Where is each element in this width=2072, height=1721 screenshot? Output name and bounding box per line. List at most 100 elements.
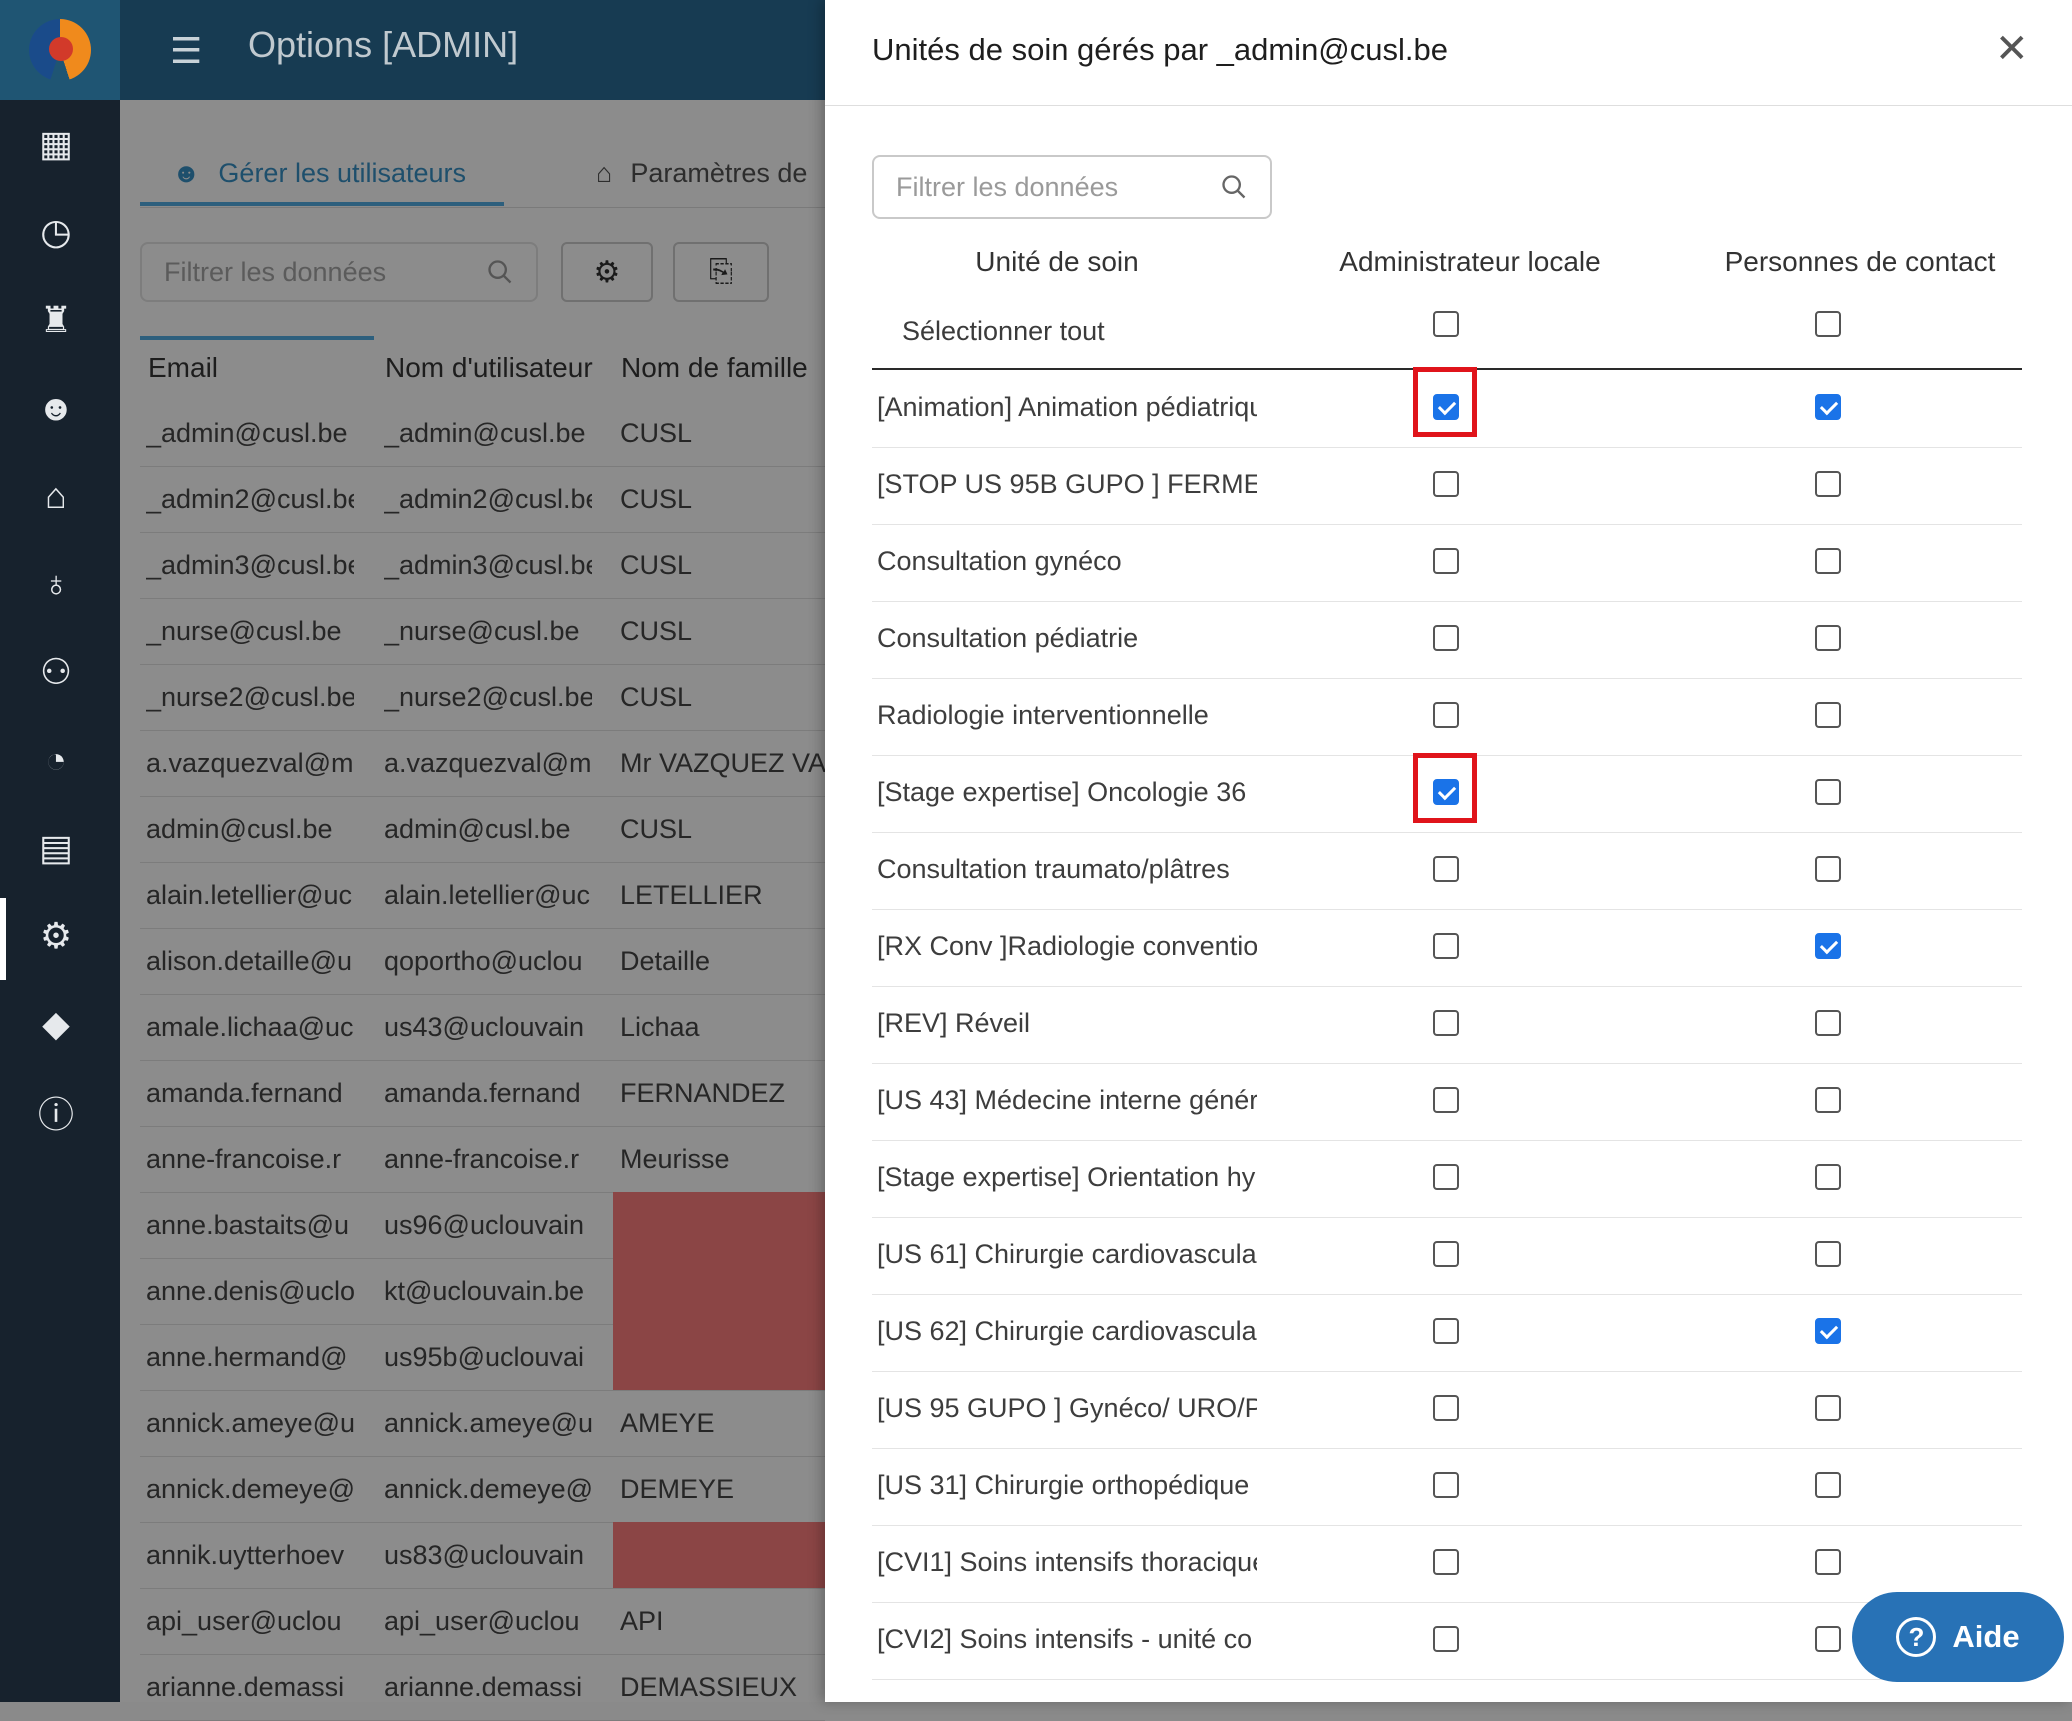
table-row[interactable]: _admin2@cusl.be _admin2@cusl.be CUSL — [140, 466, 825, 533]
local-admin-checkbox[interactable] — [1433, 702, 1459, 728]
users-search-input[interactable]: Filtrer les données — [140, 242, 538, 302]
contact-person-checkbox[interactable] — [1815, 1472, 1841, 1498]
table-cell: admin@cusl.be — [384, 814, 571, 844]
id-badge-icon[interactable]: ▤ — [0, 818, 112, 878]
tab-manage-users[interactable]: ☻ Gérer les utilisateurs — [172, 140, 466, 206]
column-header-lastname[interactable]: Nom de famille — [621, 352, 808, 384]
info-icon[interactable]: ⓘ — [0, 1082, 112, 1142]
select-all-admin-checkbox[interactable] — [1433, 311, 1459, 337]
table-row[interactable]: _admin@cusl.be _admin@cusl.be CUSL — [140, 400, 825, 467]
contact-person-checkbox[interactable] — [1815, 1087, 1841, 1113]
table-row[interactable]: admin@cusl.be admin@cusl.be CUSL — [140, 796, 825, 863]
table-row[interactable]: amale.lichaa@uc us43@uclouvain Lichaa — [140, 994, 825, 1061]
contact-person-checkbox[interactable] — [1815, 1010, 1841, 1036]
cogs-icon[interactable]: ⚙ — [0, 906, 112, 966]
table-cell: _admin@cusl.be — [384, 418, 586, 448]
local-admin-checkbox[interactable] — [1433, 1626, 1459, 1652]
close-icon[interactable]: ✕ — [1995, 26, 2029, 72]
local-admin-checkbox[interactable] — [1433, 1549, 1459, 1575]
local-admin-checkbox[interactable] — [1433, 1318, 1459, 1344]
calendar-icon[interactable]: ▦ — [0, 114, 112, 174]
people-arrows-icon[interactable]: ⚇ — [0, 642, 112, 702]
column-header-email[interactable]: Email — [148, 352, 218, 384]
contact-person-checkbox[interactable] — [1815, 702, 1841, 728]
table-cell: us96@uclouvain — [384, 1210, 585, 1240]
contact-person-checkbox[interactable] — [1815, 779, 1841, 805]
tags-icon[interactable]: ◆ — [0, 994, 112, 1054]
select-all-contact-checkbox[interactable] — [1815, 311, 1841, 337]
dialog-search-input[interactable]: Filtrer les données — [872, 155, 1272, 219]
settings-button[interactable]: ⚙ — [561, 242, 653, 302]
care-unit-label: [US 31] Chirurgie orthopédique — [877, 1470, 1250, 1500]
smiley-icon[interactable]: ☻ — [0, 378, 112, 438]
table-row[interactable]: arianne.demassi arianne.demassi DEMASSIEUX — [140, 1654, 825, 1721]
local-admin-checkbox[interactable] — [1433, 1472, 1459, 1498]
contact-person-checkbox[interactable] — [1815, 1318, 1841, 1344]
tab-divider — [140, 207, 825, 208]
clock-icon[interactable]: ◷ — [0, 202, 112, 262]
table-row[interactable]: anne.denis@uclo kt@uclouvain.be — [140, 1258, 825, 1325]
app-logo[interactable] — [0, 0, 120, 100]
table-row[interactable]: _nurse2@cusl.be _nurse2@cusl.be CUSL — [140, 664, 825, 731]
table-cell: CUSL — [620, 682, 693, 712]
local-admin-checkbox[interactable] — [1433, 1241, 1459, 1267]
table-row[interactable]: anne-francoise.r anne-francoise.r Meurisse — [140, 1126, 825, 1193]
table-row[interactable]: api_user@uclou api_user@uclou API — [140, 1588, 825, 1655]
contact-person-checkbox[interactable] — [1815, 1395, 1841, 1421]
table-cell: alain.letellier@uc — [146, 880, 353, 910]
pie-chart-icon[interactable]: ◔ — [0, 730, 112, 790]
contact-person-checkbox[interactable] — [1815, 933, 1841, 959]
contact-person-checkbox[interactable] — [1815, 548, 1841, 574]
table-row[interactable]: amanda.fernand amanda.fernand FERNANDEZ — [140, 1060, 825, 1127]
contact-person-checkbox[interactable] — [1815, 1241, 1841, 1267]
contact-person-checkbox[interactable] — [1815, 394, 1841, 420]
stethoscope-icon[interactable]: ♁ — [0, 554, 112, 614]
table-row[interactable]: annick.demeye@ annick.demeye@ DEMEYE — [140, 1456, 825, 1523]
local-admin-checkbox[interactable] — [1433, 856, 1459, 882]
table-row[interactable]: alain.letellier@uc alain.letellier@uc LETE… — [140, 862, 825, 929]
table-row[interactable]: anne.hermand@ us95b@uclouvai — [140, 1324, 825, 1391]
contact-person-checkbox[interactable] — [1815, 625, 1841, 651]
local-admin-checkbox[interactable] — [1433, 1087, 1459, 1113]
hamburger-menu-icon[interactable]: ☰ — [170, 30, 202, 72]
care-unit-label: [Stage expertise] Oncologie 36 — [877, 777, 1247, 807]
help-button[interactable]: ? Aide — [1852, 1592, 2064, 1682]
contact-person-checkbox[interactable] — [1815, 1626, 1841, 1652]
table-cell: Mr VAZQUEZ VA — [620, 748, 825, 778]
table-row[interactable]: annick.ameye@u annick.ameye@u AMEYE — [140, 1390, 825, 1457]
column-header-username[interactable]: Nom d'utilisateur — [385, 352, 593, 384]
contact-person-checkbox[interactable] — [1815, 471, 1841, 497]
contact-person-checkbox[interactable] — [1815, 1549, 1841, 1575]
header-care-unit: Unité de soin — [975, 246, 1139, 277]
table-cell: _admin3@cusl.be — [146, 550, 354, 580]
hospital-icon[interactable]: ⌂ — [0, 466, 112, 526]
table-row[interactable]: _admin3@cusl.be _admin3@cusl.be CUSL — [140, 532, 825, 599]
tab-parameters[interactable]: ⌂ Paramètres de — [596, 140, 807, 206]
care-unit-label: Consultation pédiatrie — [877, 623, 1139, 653]
row-error-marker — [613, 1522, 825, 1588]
care-unit-label: [US 61] Chirurgie cardiovasculaire — [877, 1239, 1257, 1269]
table-cell: anne.bastaits@u — [146, 1210, 350, 1240]
table-row[interactable]: a.vazquezval@m a.vazquezval@m Mr VAZQUEZ V… — [140, 730, 825, 797]
table-row[interactable]: alison.detaille@u qoportho@uclou Detaille — [140, 928, 825, 995]
table-row[interactable]: anne.bastaits@u us96@uclouvain — [140, 1192, 825, 1259]
local-admin-checkbox[interactable] — [1433, 548, 1459, 574]
care-unit-row: Consultation gynéco — [872, 524, 2022, 602]
contact-person-checkbox[interactable] — [1815, 856, 1841, 882]
table-row[interactable]: _nurse@cusl.be _nurse@cusl.be CUSL — [140, 598, 825, 665]
table-row[interactable]: annik.uytterhoev us83@uclouvain — [140, 1522, 825, 1589]
care-unit-row: [Stage expertise] Orientation hy — [872, 1140, 2022, 1218]
local-admin-checkbox[interactable] — [1433, 625, 1459, 651]
local-admin-checkbox[interactable] — [1433, 471, 1459, 497]
care-unit-row: Radiologie interventionnelle — [872, 678, 2022, 756]
local-admin-checkbox[interactable] — [1433, 1010, 1459, 1036]
export-button[interactable]: ⎘ — [673, 242, 769, 302]
export-file-icon: ⎘ — [709, 255, 733, 288]
page-title: Options [ADMIN] — [248, 24, 519, 65]
local-admin-checkbox[interactable] — [1433, 933, 1459, 959]
graduate-icon[interactable]: ♜ — [0, 290, 112, 350]
contact-person-checkbox[interactable] — [1815, 1164, 1841, 1190]
local-admin-checkbox[interactable] — [1433, 1164, 1459, 1190]
care-unit-row: [US 62] Chirurgie cardiovasculaire — [872, 1294, 2022, 1372]
local-admin-checkbox[interactable] — [1433, 1395, 1459, 1421]
